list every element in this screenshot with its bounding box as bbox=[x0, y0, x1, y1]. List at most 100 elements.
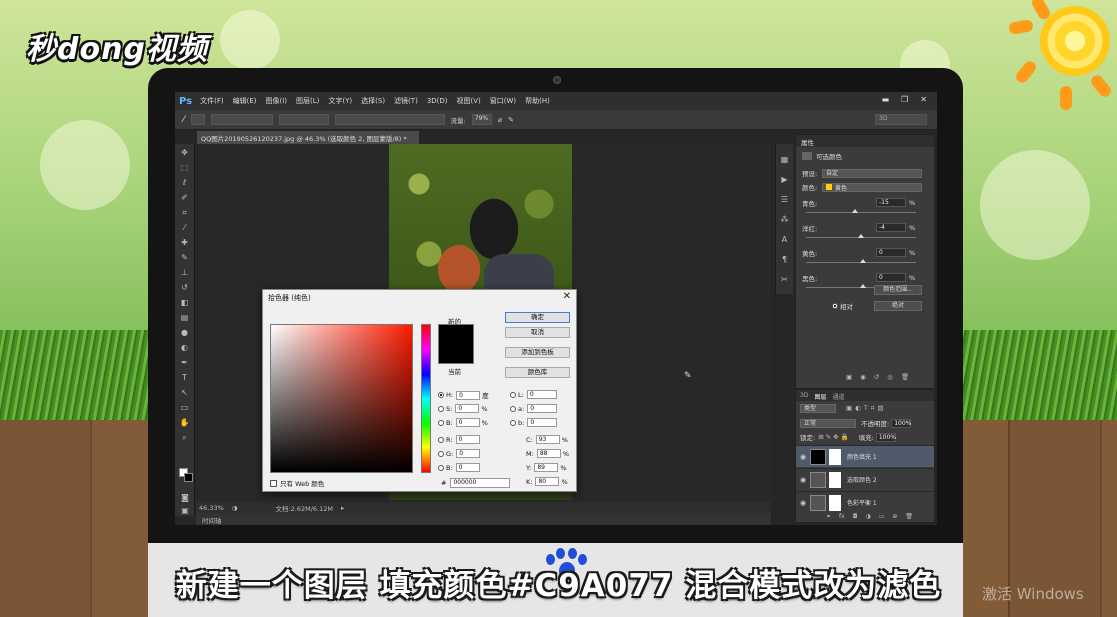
layer-row[interactable]: ◉ 颜色填充 1 bbox=[796, 445, 934, 467]
document-tab[interactable]: QQ图片20190526120237.jpg @ 46.3% (选取颜色 2, … bbox=[197, 131, 419, 144]
eye-icon[interactable]: ◉ bbox=[796, 453, 810, 461]
lab-b-radio[interactable] bbox=[510, 419, 516, 426]
eyedropper-tool-icon[interactable]: ⁄ bbox=[179, 222, 191, 234]
fx-icon[interactable]: fx bbox=[839, 513, 845, 520]
layer-row[interactable]: ◉ 色彩平衡 1 bbox=[796, 491, 934, 513]
magenta-value[interactable]: -4 bbox=[876, 223, 906, 232]
background-color-swatch[interactable] bbox=[184, 473, 193, 482]
restore-icon[interactable]: ❐ bbox=[901, 95, 908, 104]
new-layer-icon[interactable]: ⊕ bbox=[892, 513, 897, 520]
timeline-bar[interactable]: 时间轴 bbox=[196, 513, 771, 525]
l-radio[interactable] bbox=[510, 391, 516, 398]
b-radio[interactable] bbox=[438, 419, 444, 426]
healing-tool-icon[interactable]: ✚ bbox=[179, 237, 191, 249]
black-value[interactable]: 0 bbox=[876, 273, 906, 282]
quick-mask-icon[interactable]: ◙ bbox=[179, 492, 191, 504]
pen-tool-icon[interactable]: ✒ bbox=[179, 357, 191, 369]
zoom-tool-icon[interactable]: ⌕ bbox=[179, 432, 191, 444]
screen-mode-icon[interactable]: ▣ bbox=[179, 505, 191, 517]
absolute-button[interactable]: 绝对 bbox=[874, 301, 922, 311]
menu-layer[interactable]: 图层(L) bbox=[296, 96, 319, 106]
s-input[interactable]: 0 bbox=[455, 404, 480, 413]
filter-icons[interactable]: ▣◐T⌗▤ bbox=[846, 404, 887, 413]
a-radio[interactable] bbox=[510, 405, 516, 412]
g-radio[interactable] bbox=[438, 450, 444, 457]
mode-select[interactable] bbox=[278, 114, 329, 125]
h-input[interactable]: 0 bbox=[456, 390, 481, 400]
fill-input[interactable]: 100% bbox=[875, 432, 896, 442]
tab-channels[interactable]: 通道 bbox=[832, 392, 844, 401]
character-icon[interactable]: A bbox=[776, 235, 793, 244]
layer-row[interactable]: ◉ 选取颜色 2 bbox=[796, 468, 934, 490]
web-only-option[interactable]: 只有 Web 颜色 bbox=[270, 478, 324, 488]
blur-tool-icon[interactable]: ● bbox=[179, 327, 191, 339]
rgb-b-input[interactable]: 0 bbox=[455, 463, 480, 472]
mask-icon[interactable]: ◘ bbox=[853, 513, 858, 520]
adjustment-layer-icon[interactable]: ◑ bbox=[865, 513, 870, 520]
menu-3d[interactable]: 3D(D) bbox=[427, 97, 448, 105]
h-radio[interactable] bbox=[438, 392, 444, 398]
add-to-swatches-button[interactable]: 添加到色板 bbox=[505, 347, 570, 358]
lab-b-input[interactable]: 0 bbox=[527, 418, 558, 427]
s-radio[interactable] bbox=[438, 405, 444, 412]
tab-layers[interactable]: 图层 bbox=[814, 392, 826, 401]
marquee-tool-icon[interactable]: ⬚ bbox=[179, 162, 191, 174]
delete-layer-icon[interactable]: 🗑 bbox=[905, 513, 913, 520]
colors-select[interactable]: 黄色 bbox=[822, 182, 922, 192]
airbrush-icon[interactable]: ⌀ bbox=[498, 116, 502, 124]
move-tool-icon[interactable]: ✥ bbox=[179, 147, 191, 159]
pressure-icon[interactable]: ✎ bbox=[508, 116, 514, 124]
layer-mask-thumbnail[interactable] bbox=[829, 494, 841, 511]
type-tool-icon[interactable]: T bbox=[179, 372, 191, 384]
web-only-checkbox[interactable] bbox=[270, 479, 277, 487]
magenta-slider-knob[interactable] bbox=[858, 234, 864, 238]
brush-tool-icon[interactable]: ⁄ bbox=[183, 115, 185, 125]
gradient-tool-icon[interactable]: ▤ bbox=[179, 312, 191, 324]
m-input[interactable]: 88 bbox=[536, 449, 561, 458]
color-libraries-button[interactable]: 颜色库 bbox=[505, 367, 570, 378]
clip-icon[interactable]: ▣ bbox=[846, 373, 852, 381]
menu-file[interactable]: 文件(F) bbox=[200, 96, 224, 106]
brush-panel-icon[interactable]: ⁂ bbox=[776, 215, 793, 224]
ok-button[interactable]: 确定 bbox=[505, 312, 570, 323]
tools-settings-icon[interactable]: ✂ bbox=[776, 275, 793, 284]
cancel-button[interactable]: 取消 bbox=[505, 327, 570, 338]
menu-view[interactable]: 视图(V) bbox=[457, 96, 481, 106]
a-input[interactable]: 0 bbox=[527, 404, 558, 413]
properties-tab[interactable]: 属性 bbox=[796, 135, 934, 147]
workspace-3d-select[interactable]: 3D bbox=[875, 114, 927, 125]
dodge-tool-icon[interactable]: ◐ bbox=[179, 342, 191, 354]
b-input[interactable]: 0 bbox=[455, 418, 480, 427]
brush-tool-icon[interactable]: ✎ bbox=[179, 252, 191, 264]
menu-help[interactable]: 帮助(H) bbox=[525, 96, 550, 106]
relative-radio[interactable] bbox=[832, 303, 838, 309]
cyan-slider[interactable] bbox=[806, 212, 916, 213]
layer-name[interactable]: 颜色填充 1 bbox=[847, 452, 877, 461]
actions-icon[interactable]: ▶ bbox=[776, 175, 793, 184]
yellow-value[interactable]: 0 bbox=[876, 248, 906, 257]
menu-window[interactable]: 窗口(W) bbox=[490, 96, 516, 106]
blend-mode-select[interactable]: 正常 bbox=[800, 418, 856, 428]
history-icon[interactable]: ▦ bbox=[776, 155, 793, 164]
rgb-b-radio[interactable] bbox=[438, 464, 444, 471]
adjust-icon[interactable]: ☰ bbox=[776, 195, 793, 204]
menu-select[interactable]: 选择(S) bbox=[361, 96, 385, 106]
menu-image[interactable]: 图像(I) bbox=[266, 96, 288, 106]
g-input[interactable]: 0 bbox=[456, 449, 481, 458]
r-radio[interactable] bbox=[438, 436, 444, 443]
visibility-icon[interactable]: ◎ bbox=[887, 373, 893, 381]
hex-input[interactable]: 000000 bbox=[450, 478, 511, 488]
eye-icon[interactable]: ◉ bbox=[796, 499, 810, 507]
layer-filter-select[interactable]: 类型 bbox=[800, 404, 836, 413]
menu-type[interactable]: 文字(Y) bbox=[328, 96, 352, 106]
opacity-select[interactable] bbox=[334, 114, 445, 125]
lock-icons[interactable]: ⊞✎✥🔒 bbox=[818, 433, 850, 441]
brush-preset-picker[interactable] bbox=[210, 114, 273, 125]
cyan-slider-knob[interactable] bbox=[852, 209, 858, 213]
lasso-tool-icon[interactable]: ℓ bbox=[179, 177, 191, 189]
tab-3d[interactable]: 3D bbox=[800, 392, 808, 399]
cyan-value[interactable]: -15 bbox=[876, 198, 906, 207]
group-icon[interactable]: ▭ bbox=[879, 513, 885, 520]
status-arrow-icon[interactable]: ▸ bbox=[341, 504, 344, 512]
color-field[interactable] bbox=[270, 324, 413, 473]
